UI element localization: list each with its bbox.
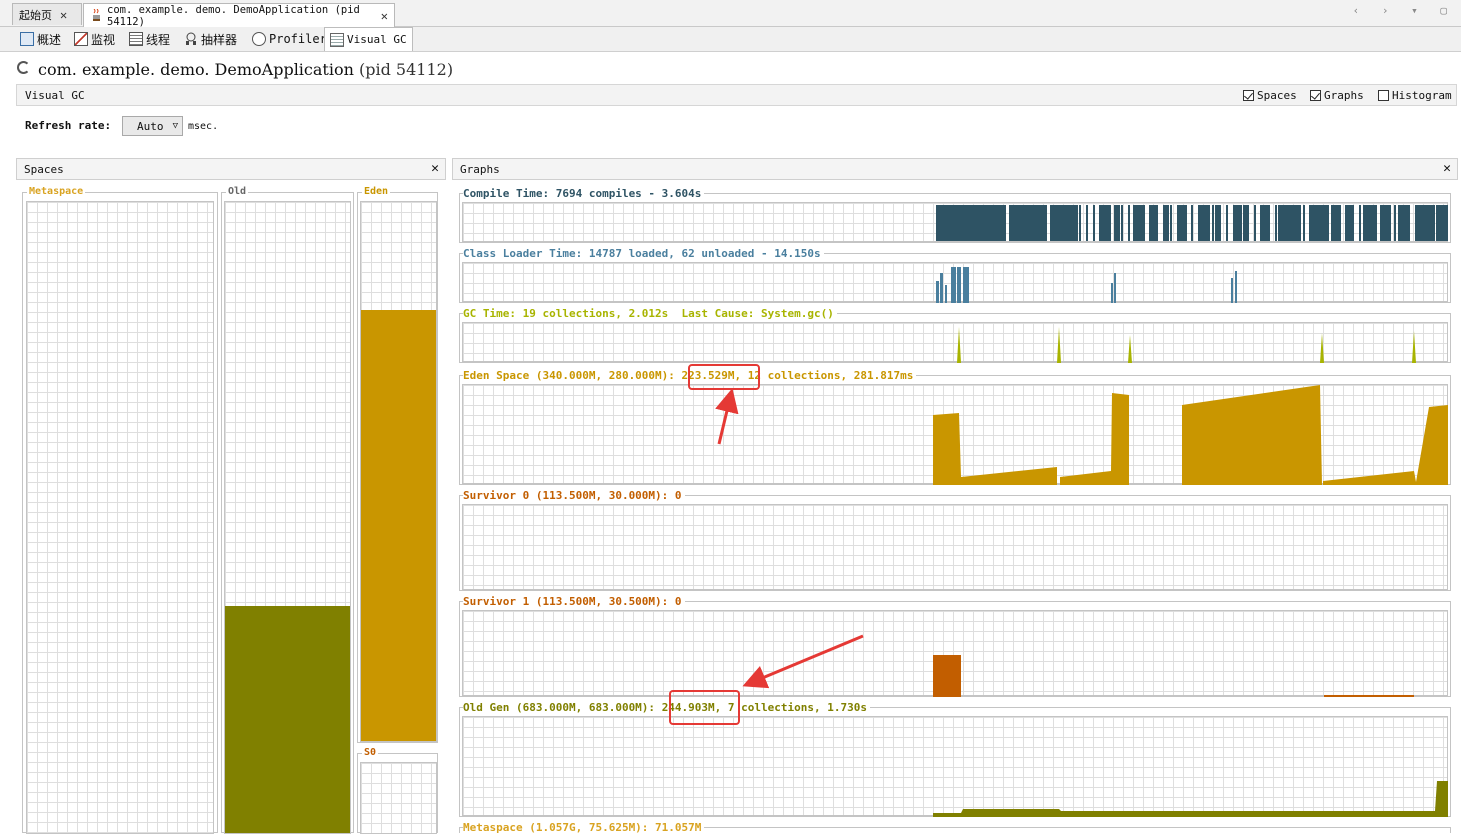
arrow-icon — [742, 634, 864, 689]
annotation-arrows — [715, 388, 864, 689]
arrow-icon — [715, 388, 739, 445]
